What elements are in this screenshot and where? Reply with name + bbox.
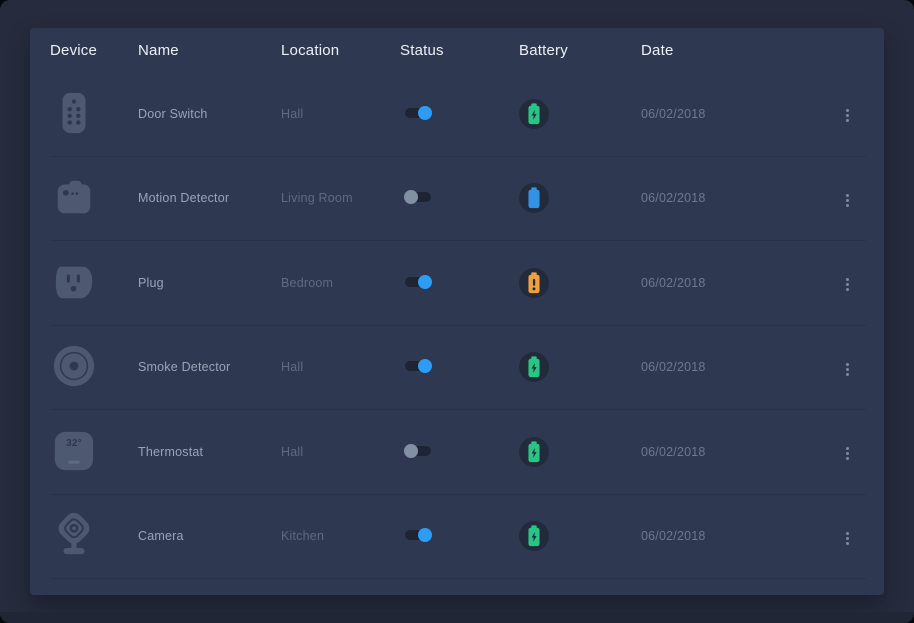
kebab-menu-icon[interactable]: [842, 443, 853, 464]
device-location: Living Room: [281, 191, 400, 205]
device-name: Smoke Detector: [138, 360, 281, 374]
toggle-knob: [404, 444, 418, 458]
kebab-menu-icon[interactable]: [842, 274, 853, 295]
device-date: 06/02/2018: [641, 276, 836, 290]
device-location: Hall: [281, 107, 400, 121]
device-date: 06/02/2018: [641, 445, 836, 459]
motion-detector-icon: [50, 173, 98, 221]
table-row: 32° Thermostat Hall: [50, 410, 866, 495]
svg-text:32°: 32°: [66, 438, 82, 449]
thermostat-icon: 32°: [50, 427, 98, 475]
column-header-device: Device: [50, 42, 138, 59]
battery-icon: [519, 99, 549, 129]
table-row: Door Switch Hall 06/02/2018: [50, 72, 866, 157]
device-date: 06/02/2018: [641, 107, 836, 121]
kebab-menu-icon[interactable]: [842, 528, 853, 549]
status-toggle[interactable]: [405, 108, 431, 118]
battery-icon: [519, 521, 549, 551]
camera-icon: [50, 511, 98, 559]
bottom-bar: [0, 612, 914, 623]
column-header-status: Status: [400, 42, 519, 59]
toggle-knob: [418, 106, 432, 120]
column-header-name: Name: [138, 42, 281, 59]
table-row: Camera Kitchen 06/02/2018: [50, 495, 866, 580]
device-date: 06/02/2018: [641, 360, 836, 374]
toggle-knob: [418, 359, 432, 373]
device-location: Hall: [281, 360, 400, 374]
column-header-date: Date: [641, 42, 836, 59]
device-name: Camera: [138, 529, 281, 543]
status-toggle[interactable]: [405, 446, 431, 456]
device-location: Bedroom: [281, 276, 400, 290]
app-window: Device Name Location Status Battery Date: [0, 0, 914, 623]
device-name: Door Switch: [138, 107, 281, 121]
status-toggle[interactable]: [405, 530, 431, 540]
column-header-location: Location: [281, 42, 400, 59]
device-date: 06/02/2018: [641, 529, 836, 543]
kebab-menu-icon[interactable]: [842, 190, 853, 211]
toggle-knob: [418, 528, 432, 542]
device-location: Hall: [281, 445, 400, 459]
status-toggle[interactable]: [405, 192, 431, 202]
kebab-menu-icon[interactable]: [842, 359, 853, 380]
remote-icon: [50, 89, 98, 137]
plug-icon: [50, 258, 98, 306]
battery-icon: [519, 268, 549, 298]
table-header: Device Name Location Status Battery Date: [50, 28, 866, 72]
toggle-knob: [404, 190, 418, 204]
table-row: Motion Detector Living Room 06/02/2018: [50, 157, 866, 242]
status-toggle[interactable]: [405, 361, 431, 371]
device-name: Motion Detector: [138, 191, 281, 205]
table-body: Door Switch Hall 06/02/2018: [30, 72, 884, 579]
battery-icon: [519, 437, 549, 467]
smoke-detector-icon: [50, 342, 98, 390]
table-row: Smoke Detector Hall 06/02/2018: [50, 326, 866, 411]
column-header-battery: Battery: [519, 42, 641, 59]
status-toggle[interactable]: [405, 277, 431, 287]
device-name: Plug: [138, 276, 281, 290]
device-location: Kitchen: [281, 529, 400, 543]
device-name: Thermostat: [138, 445, 281, 459]
toggle-knob: [418, 275, 432, 289]
battery-icon: [519, 183, 549, 213]
table-row: Plug Bedroom 06/02/2018: [50, 241, 866, 326]
battery-icon: [519, 352, 549, 382]
device-date: 06/02/2018: [641, 191, 836, 205]
kebab-menu-icon[interactable]: [842, 105, 853, 126]
device-table-card: Device Name Location Status Battery Date: [30, 28, 884, 595]
